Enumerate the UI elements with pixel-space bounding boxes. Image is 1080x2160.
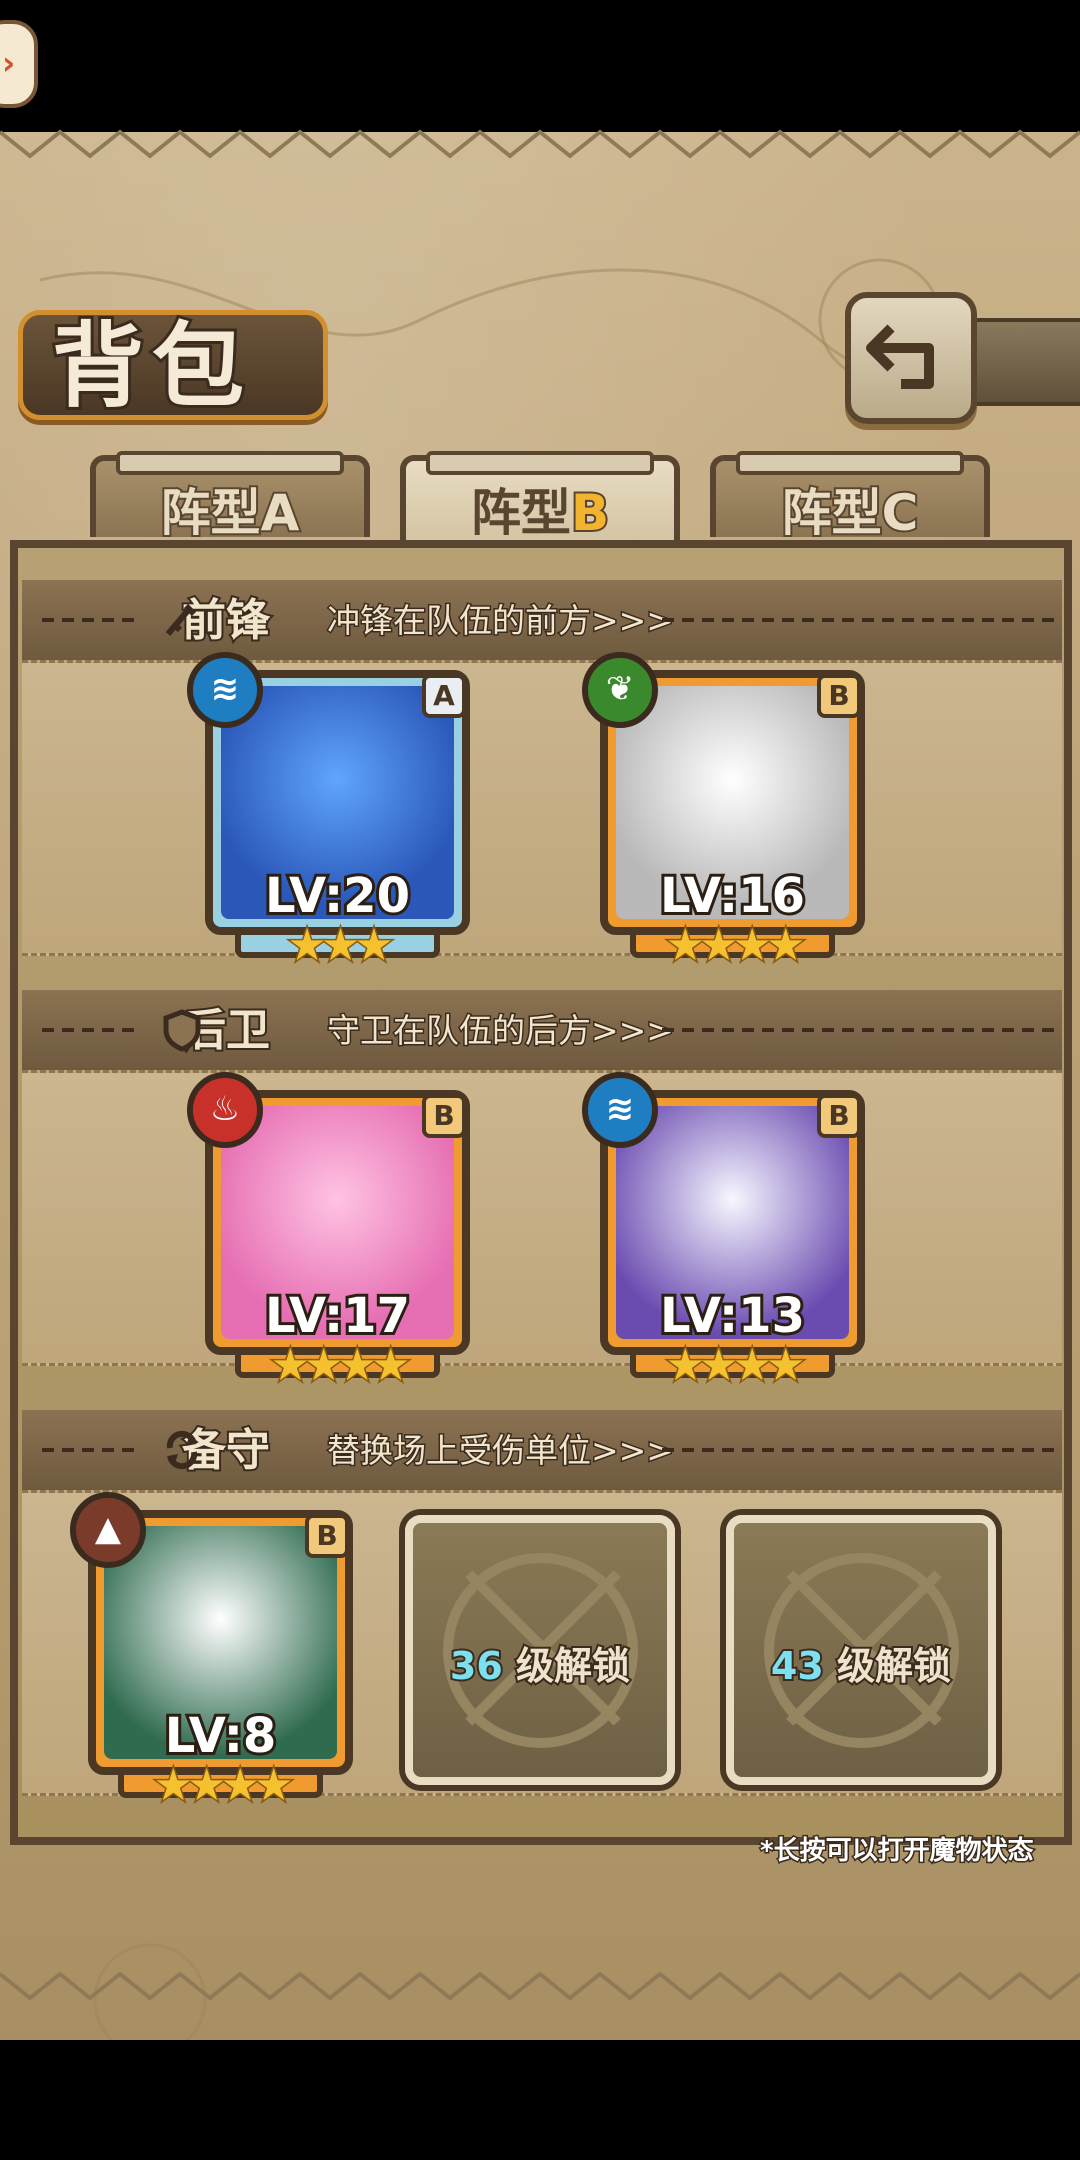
rank-badge: B (305, 1514, 349, 1558)
unit-card-back-2[interactable]: B ≋ LV:13 ★★★★ (582, 1072, 865, 1393)
section-header-front: 前锋 冲锋在队伍的前方>>> (22, 580, 1062, 660)
tab-formation-c[interactable]: 阵型C (710, 451, 990, 544)
unit-stars: ★★★★ (664, 919, 807, 973)
section-header-back: 后卫 守卫在队伍的后方>>> (22, 990, 1062, 1070)
unit-stars: ★★★★ (664, 1339, 807, 1393)
section-header-reserve: 备守 替换场上受伤单位>>> (22, 1410, 1062, 1490)
water-element-icon: ≋ (187, 652, 263, 728)
return-icon (866, 324, 934, 389)
page-title: 背包 (49, 310, 253, 423)
hint-text: *长按可以打开魔物状态 (759, 1835, 1036, 1868)
swap-icon (166, 1430, 198, 1470)
water-element-icon: ≋ (582, 1072, 658, 1148)
locked-slot-1[interactable]: 36 级解锁 (405, 1515, 675, 1785)
unlock-level: 36 (448, 1642, 505, 1690)
unit-stars: ★★★★ (269, 1339, 412, 1393)
unlock-level: 43 (769, 1642, 826, 1690)
section-desc-reserve: 替换场上受伤单位>>> (326, 1430, 676, 1472)
unit-card-front-2[interactable]: B ❦ LV:16 ★★★★ (582, 652, 865, 973)
unit-card-reserve-1[interactable]: B ▲ LV:8 ★★★★ (70, 1492, 353, 1813)
unit-stars: ★★★★ (152, 1759, 295, 1813)
torn-edge-bottom (0, 1971, 1080, 2001)
unit-stars: ★★★ (286, 919, 395, 973)
tab-formation-a[interactable]: 阵型A (90, 451, 370, 544)
locked-slot-2[interactable]: 43 级解锁 (726, 1515, 996, 1785)
tab-formation-b[interactable]: 阵型B (400, 451, 680, 547)
section-desc-front: 冲锋在队伍的前方>>> (326, 600, 676, 642)
sword-icon (165, 603, 197, 636)
unit-level: LV:20 (262, 865, 413, 927)
row-front (22, 660, 1062, 956)
back-button[interactable] (845, 292, 977, 424)
rank-badge: B (817, 1094, 861, 1138)
rank-badge: B (817, 674, 861, 718)
unit-level: LV:13 (657, 1285, 808, 1347)
unlock-text: 级解锁 (514, 1642, 632, 1690)
unit-card-front-1[interactable]: A ≋ LV:20 ★★★ (187, 652, 470, 973)
leaf-element-icon: ❦ (582, 652, 658, 728)
section-desc-back: 守卫在队伍的后方>>> (326, 1010, 676, 1052)
row-back (22, 1070, 1062, 1366)
arrow-right-icon: › (2, 44, 16, 82)
rank-badge: B (422, 1094, 466, 1138)
unit-card-back-1[interactable]: B ♨ LV:17 ★★★★ (187, 1072, 470, 1393)
rank-badge: A (422, 674, 466, 718)
torn-edge-top (0, 120, 1080, 159)
shield-icon (163, 1009, 201, 1052)
earth-element-icon: ▲ (70, 1492, 146, 1568)
forward-arrow-button[interactable]: › (0, 20, 38, 108)
unit-level: LV:8 (162, 1705, 280, 1767)
unlock-text: 级解锁 (835, 1642, 953, 1690)
unit-level: LV:16 (657, 865, 808, 927)
unit-level: LV:17 (262, 1285, 413, 1347)
fire-element-icon: ♨ (187, 1072, 263, 1148)
